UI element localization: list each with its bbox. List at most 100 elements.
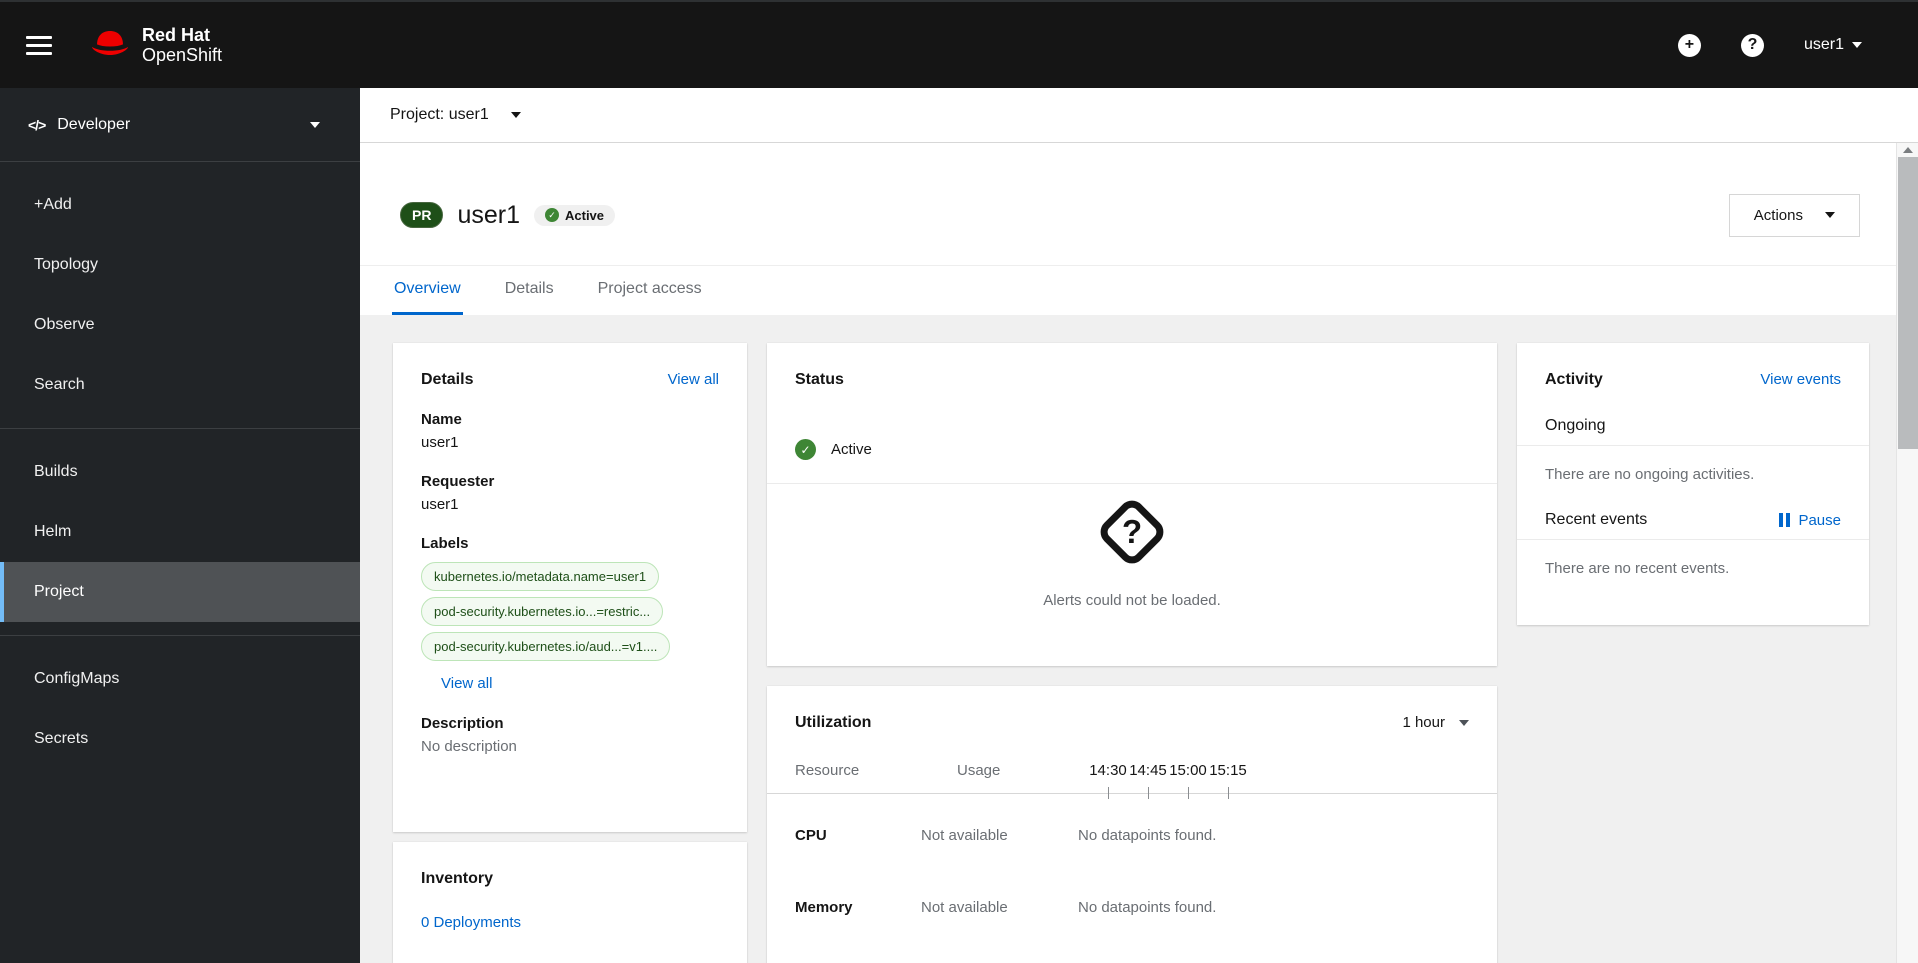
labels-view-all-link[interactable]: View all (441, 675, 492, 692)
description-value: No description (421, 738, 517, 755)
menu-toggle-button[interactable] (0, 35, 66, 55)
tab-overview[interactable]: Overview (392, 266, 463, 315)
sidebar-group-3: ConfigMaps Secrets (0, 635, 360, 782)
details-view-all-link[interactable]: View all (668, 371, 719, 388)
page-header: PR user1 ✓ Active Actions (360, 143, 1918, 265)
field-value-name: user1 (421, 434, 459, 451)
check-circle-icon: ✓ (545, 208, 559, 222)
main-area: Project: user1 PR user1 ✓ Active Actions (360, 88, 1918, 963)
pause-icon (1779, 513, 1791, 527)
redhat-openshift-logo[interactable]: Red Hat OpenShift (88, 25, 222, 65)
caret-down-icon (510, 112, 521, 118)
redhat-fedora-icon (88, 27, 132, 64)
column-usage: Usage (957, 762, 1001, 779)
utilization-header-row: Resource Usage 14:30 14:45 15:00 15:15 (795, 762, 1469, 779)
code-icon: </> (28, 116, 46, 133)
alerts-message: Alerts could not be loaded. (1043, 591, 1221, 609)
question-circle-icon[interactable]: ? (1740, 33, 1764, 57)
status-card-title: Status (795, 371, 844, 388)
time-tick-label: 15:15 (1209, 762, 1247, 779)
labels-heading: Labels (421, 535, 469, 552)
sidebar-item-builds[interactable]: Builds (0, 442, 360, 502)
usage-value: Not available (921, 898, 1008, 916)
check-circle-icon: ✓ (795, 439, 816, 460)
field-label-name: Name (421, 411, 462, 428)
pause-events-button[interactable]: Pause (1779, 512, 1841, 529)
sidebar-item-topology[interactable]: Topology (0, 235, 360, 295)
sidebar-group-1: +Add Topology Observe Search (0, 162, 360, 428)
sidebar-item-add[interactable]: +Add (0, 175, 360, 235)
brand-line-1: Red Hat (142, 24, 211, 45)
project-resource-icon: PR (400, 202, 444, 228)
time-axis-labels: 14:30 14:45 15:00 15:15 (1078, 762, 1469, 779)
scrollbar-thumb[interactable] (1898, 157, 1918, 449)
resource-name: CPU (795, 826, 827, 844)
sidebar-group-2: Builds Helm Project (0, 428, 360, 635)
chart-empty-message: No datapoints found. (1078, 826, 1217, 844)
ongoing-empty-message: There are no ongoing activities. (1545, 466, 1755, 483)
perspective-label: Developer (57, 115, 131, 133)
vertical-scrollbar[interactable] (1896, 143, 1918, 963)
scroll-up-arrow-icon[interactable] (1903, 147, 1913, 153)
sidebar-item-observe[interactable]: Observe (0, 295, 360, 355)
field-value-requester: user1 (421, 496, 459, 513)
inventory-card: Inventory 0 Deployments (393, 842, 747, 963)
recent-events-heading: Recent events (1545, 511, 1648, 528)
tab-details[interactable]: Details (503, 266, 556, 315)
labels-list: kubernetes.io/metadata.name=user1 pod-se… (421, 562, 719, 661)
plus-circle-icon[interactable]: + (1677, 33, 1701, 57)
duration-value: 1 hour (1402, 714, 1445, 731)
description-heading: Description (421, 715, 504, 732)
sidebar-item-search[interactable]: Search (0, 355, 360, 415)
chart-empty-message: No datapoints found. (1078, 898, 1217, 916)
page-title: user1 (457, 200, 520, 229)
activity-card: Activity View events Ongoing There are n… (1517, 343, 1869, 625)
field-label-requester: Requester (421, 473, 495, 490)
time-tick-label: 14:30 (1089, 762, 1127, 779)
utilization-card-title: Utilization (795, 714, 872, 731)
project-status-badge: ✓ Active (534, 204, 616, 226)
duration-dropdown[interactable]: 1 hour (1402, 714, 1469, 731)
details-card-title: Details (421, 371, 474, 388)
user-menu-dropdown[interactable]: user1 (1804, 36, 1862, 54)
time-tick-label: 14:45 (1129, 762, 1167, 779)
masthead: Red Hat OpenShift + ? user1 (0, 0, 1918, 88)
details-card: Details View all Name user1 Requester us… (393, 343, 747, 832)
caret-down-icon (1852, 42, 1862, 48)
inventory-card-title: Inventory (421, 870, 494, 887)
sidebar-nav: </> Developer +Add Topology Observe Sear… (0, 88, 360, 963)
caret-down-icon (1825, 212, 1835, 218)
status-active-label: Active (831, 441, 872, 458)
caret-down-icon (310, 121, 320, 128)
sidebar-item-project[interactable]: Project (0, 562, 360, 622)
activity-card-title: Activity (1545, 371, 1603, 388)
sidebar-item-secrets[interactable]: Secrets (0, 709, 360, 769)
time-axis-ticks (767, 787, 1497, 799)
ongoing-heading: Ongoing (1545, 417, 1606, 434)
actions-dropdown-button[interactable]: Actions (1728, 193, 1860, 237)
horizontal-nav-tabs: Overview Details Project access (360, 265, 1918, 315)
deployments-count-link[interactable]: 0 Deployments (421, 914, 521, 931)
perspective-switcher[interactable]: </> Developer (0, 88, 360, 162)
project-selector-dropdown[interactable]: Project: user1 (390, 106, 489, 124)
unknown-alerts-icon: ? (1095, 494, 1169, 569)
tab-project-access[interactable]: Project access (596, 266, 704, 315)
alerts-empty-state: ? Alerts could not be loaded. (795, 484, 1469, 638)
actions-button-label: Actions (1753, 206, 1803, 224)
pause-button-label: Pause (1798, 511, 1841, 529)
status-card: Status ✓ Active ? Alerts could not be lo… (767, 343, 1497, 666)
status-badge-label: Active (565, 207, 605, 223)
caret-down-icon (1459, 719, 1469, 726)
view-events-link[interactable]: View events (1760, 371, 1841, 388)
brand-line-2: OpenShift (142, 45, 223, 65)
sidebar-item-configmaps[interactable]: ConfigMaps (0, 649, 360, 709)
openshift-console: Red Hat OpenShift + ? user1 </> Develope… (0, 0, 1918, 963)
usage-value: Not available (921, 826, 1008, 844)
column-resource: Resource (795, 762, 860, 779)
overview-dashboard: Details View all Name user1 Requester us… (360, 315, 1918, 963)
project-selector-bar: Project: user1 (360, 88, 1918, 143)
sidebar-item-helm[interactable]: Helm (0, 502, 360, 562)
label-pill: pod-security.kubernetes.io...=restric... (421, 597, 664, 626)
resource-name: Memory (795, 898, 853, 916)
utilization-row-memory: Memory Not available No datapoints found… (795, 871, 1469, 943)
